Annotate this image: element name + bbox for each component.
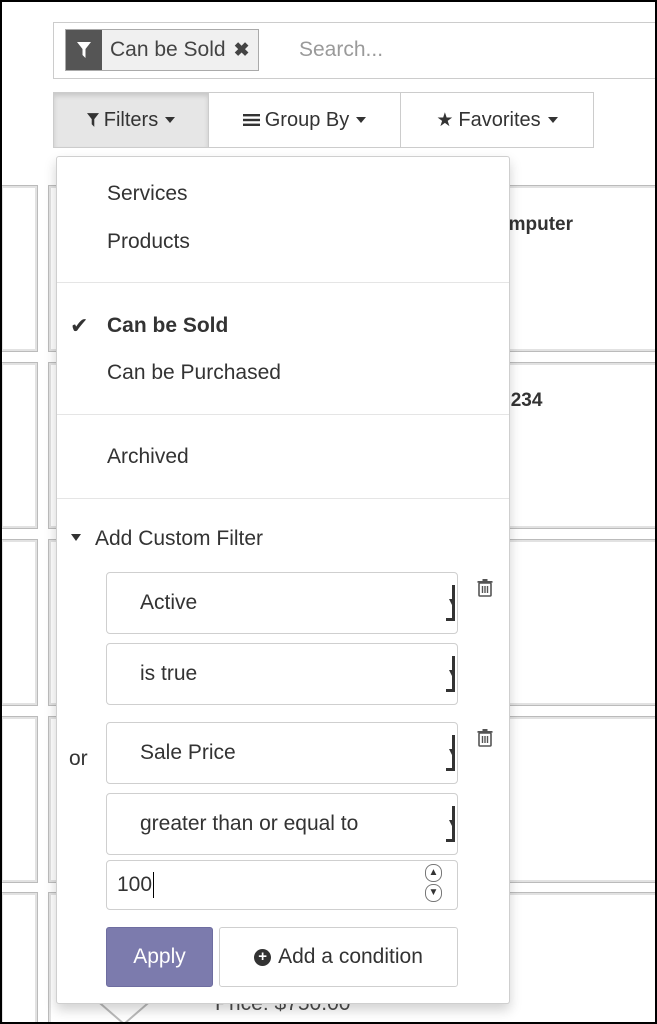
add-condition-label: Add a condition (278, 945, 423, 968)
select-arrow-icon (446, 656, 455, 692)
apply-button[interactable]: Apply (106, 927, 213, 987)
kanban-card-left[interactable] (2, 892, 38, 1022)
search-options-toolbar: Filters Group By ★ Favorites (53, 92, 594, 148)
favorites-label: Favorites (458, 108, 541, 131)
filter-item-archived[interactable]: Archived (107, 445, 189, 469)
filter-item-products[interactable]: Products (107, 230, 190, 254)
kanban-card-left[interactable] (2, 539, 38, 706)
bars-icon (242, 114, 260, 126)
condition-operator-value: greater than or equal to (140, 812, 359, 835)
menu-divider (57, 414, 509, 415)
spin-up-icon[interactable]: ▲ (425, 864, 442, 882)
trash-icon[interactable] (477, 579, 493, 602)
search-bar: Can be Sold ✖ (53, 22, 655, 79)
search-input[interactable] (297, 29, 655, 71)
filter-icon (86, 113, 99, 127)
number-spinner: ▲ ▼ (425, 864, 443, 902)
facet-remove-icon[interactable]: ✖ (234, 39, 250, 62)
select-arrow-icon (446, 585, 455, 621)
group-by-label: Group By (264, 108, 350, 131)
caret-down-icon (165, 117, 176, 123)
favorites-button[interactable]: ★ Favorites (400, 92, 594, 148)
add-condition-button[interactable]: + Add a condition (219, 927, 458, 987)
group-by-button[interactable]: Group By (208, 92, 401, 148)
app-frame: omputer C234 Price: $750.00 Can be Sold … (0, 0, 657, 1024)
condition-field-select[interactable]: Sale Price (106, 722, 458, 784)
condition-operator-select[interactable]: is true (106, 643, 458, 705)
condition-field-value: Sale Price (140, 741, 236, 764)
spin-down-icon[interactable]: ▼ (425, 884, 442, 902)
check-icon: ✔ (70, 313, 89, 338)
add-custom-filter-label: Add Custom Filter (95, 527, 264, 550)
caret-down-icon (547, 117, 558, 123)
kanban-card-left[interactable] (2, 362, 38, 529)
caret-down-icon (356, 117, 367, 123)
condition-value-input[interactable]: 100 ▲ ▼ (106, 860, 458, 910)
condition-field-value: Active (140, 591, 198, 614)
condition-field-select[interactable]: Active (106, 572, 458, 634)
kanban-card-left[interactable] (2, 185, 38, 352)
filter-icon (66, 30, 102, 70)
or-connector-label: or (69, 747, 88, 770)
text-cursor (153, 872, 155, 898)
add-custom-filter-toggle[interactable]: Add Custom Filter (71, 527, 263, 551)
condition-operator-value: is true (140, 662, 198, 685)
condition-value-text: 100 (117, 873, 153, 896)
select-arrow-icon (446, 806, 455, 842)
select-arrow-icon (446, 735, 455, 771)
star-icon: ★ (436, 109, 454, 131)
filters-button[interactable]: Filters (53, 92, 209, 148)
menu-divider (57, 282, 509, 283)
menu-divider (57, 498, 509, 499)
kanban-card-left[interactable] (2, 716, 38, 883)
facet-value: Can be Sold (110, 38, 226, 61)
filter-item-can-be-purchased[interactable]: Can be Purchased (107, 361, 281, 385)
trash-icon[interactable] (477, 729, 493, 752)
plus-circle-icon: + (254, 948, 272, 966)
filter-item-can-be-sold[interactable]: Can be Sold (107, 314, 228, 338)
caret-down-icon (71, 533, 81, 541)
filter-item-services[interactable]: Services (107, 182, 188, 206)
condition-operator-select[interactable]: greater than or equal to (106, 793, 458, 855)
filters-label: Filters (103, 108, 159, 131)
filters-dropdown-menu: Services Products ✔ Can be Sold Can be P… (56, 156, 510, 1004)
search-facet: Can be Sold ✖ (65, 29, 259, 71)
